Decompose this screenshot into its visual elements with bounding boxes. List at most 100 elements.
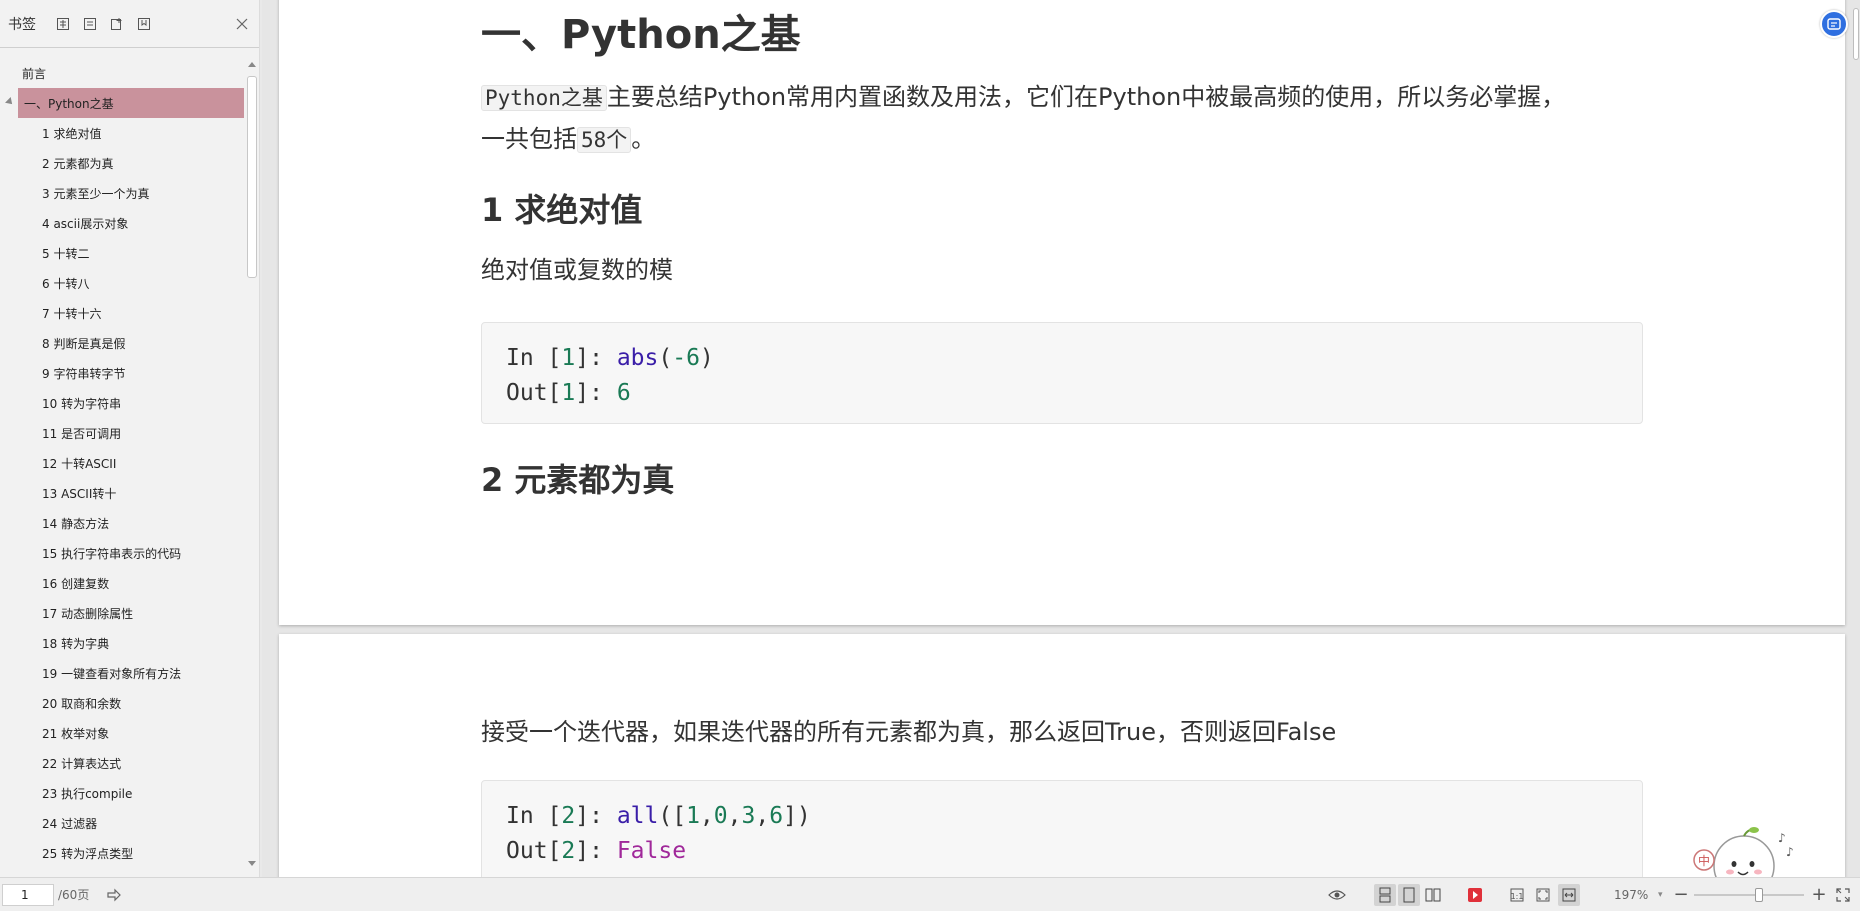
bookmark-item[interactable]: 24 过滤器 <box>0 808 244 838</box>
status-bar: /60页 1:1 197% ▾ − + <box>0 877 1860 911</box>
bookmark-label: 一、Python之基 <box>24 96 114 111</box>
goto-page-icon[interactable] <box>103 884 125 906</box>
bookmark-item[interactable]: 17 动态删除属性 <box>0 598 244 628</box>
bookmark-item[interactable]: 12 十转ASCII <box>0 448 244 478</box>
sidebar-header: 书签 <box>0 0 259 48</box>
two-page-icon[interactable] <box>1422 884 1444 906</box>
bookmark-label: 21 枚举对象 <box>42 726 110 741</box>
continuous-view-icon[interactable] <box>1374 883 1396 906</box>
expand-icon[interactable] <box>54 15 72 33</box>
bookmark-item[interactable]: 21 枚举对象 <box>0 718 244 748</box>
page-total: /60页 <box>58 888 90 902</box>
sidebar-title: 书签 <box>8 16 36 33</box>
bookmark-item[interactable]: 22 计算表达式 <box>0 748 244 778</box>
eye-protection-icon[interactable] <box>1326 884 1348 906</box>
close-icon[interactable] <box>233 15 251 33</box>
fit-width-icon[interactable] <box>1558 883 1580 906</box>
bookmark-item[interactable]: 1 求绝对值 <box>0 118 244 148</box>
document-scroll-thumb[interactable] <box>1853 8 1859 60</box>
fullscreen-icon[interactable] <box>1832 884 1854 906</box>
inline-code: Python之基 <box>481 85 607 111</box>
bookmark-icon[interactable] <box>135 15 153 33</box>
scroll-up-icon[interactable] <box>248 62 256 67</box>
document-scrollbar[interactable] <box>1852 0 1860 877</box>
svg-text:♪: ♪ <box>1778 831 1786 845</box>
zoom-dropdown-icon[interactable]: ▾ <box>1658 890 1664 900</box>
code-block-2: In [2]: all([1,0,3,6]) Out[2]: False <box>481 780 1643 877</box>
bookmark-label: 前言 <box>22 66 47 81</box>
bookmark-item[interactable]: 18 转为字典 <box>0 628 244 658</box>
bookmark-label: 18 转为字典 <box>42 636 110 651</box>
collapse-icon[interactable] <box>81 15 99 33</box>
bookmark-label: 16 创建复数 <box>42 576 110 591</box>
document-viewer: 一、Python之基 Python之基 主要总结Python常用内置函数及用法，它… <box>262 0 1860 877</box>
bookmark-item[interactable]: 11 是否可调用 <box>0 418 244 448</box>
intro-text-3: 。 <box>631 125 656 153</box>
bookmark-label: 14 静态方法 <box>42 516 110 531</box>
bookmark-label: 6 十转八 <box>42 276 90 291</box>
bookmark-label: 11 是否可调用 <box>42 426 122 441</box>
bookmark-item[interactable]: 前言 <box>0 58 244 88</box>
bookmark-label: 1 求绝对值 <box>42 126 102 141</box>
bookmark-label: 25 转为浮点类型 <box>42 846 134 861</box>
single-page-icon[interactable] <box>1398 883 1420 906</box>
zoom-level[interactable]: 197% <box>1614 888 1658 902</box>
bookmark-item[interactable]: 2 元素都为真 <box>0 148 244 178</box>
bookmark-item[interactable]: 14 静态方法 <box>0 508 244 538</box>
bookmark-item[interactable]: 19 一键查看对象所有方法 <box>0 658 244 688</box>
bookmark-label: 8 判断是真是假 <box>42 336 126 351</box>
bookmark-item[interactable]: 4 ascii展示对象 <box>0 208 244 238</box>
bookmark-label: 22 计算表达式 <box>42 756 122 771</box>
document-page: 接受一个迭代器，如果迭代器的所有元素都为真，那么返回True，否则返回False… <box>279 634 1845 877</box>
section-description-1: 绝对值或复数的模 <box>481 256 673 284</box>
actual-size-icon[interactable]: 1:1 <box>1506 884 1528 906</box>
inline-code-count: 58个 <box>577 127 632 153</box>
bookmark-item[interactable]: 3 元素至少一个为真 <box>0 178 244 208</box>
zoom-in-button[interactable]: + <box>1808 884 1830 906</box>
intro-text-2: 一共包括 <box>481 125 577 153</box>
zoom-slider-knob[interactable] <box>1754 887 1763 902</box>
scroll-down-icon[interactable] <box>248 861 256 866</box>
bookmark-item[interactable]: 9 字符串转字节 <box>0 358 244 388</box>
bookmark-item[interactable]: 10 转为字符串 <box>0 388 244 418</box>
zoom-out-button[interactable]: − <box>1670 884 1692 906</box>
zoom-track <box>1694 893 1804 896</box>
bookmark-item[interactable]: 8 判断是真是假 <box>0 328 244 358</box>
svg-text:中: 中 <box>1698 853 1710 868</box>
bookmark-item[interactable]: 7 十转十六 <box>0 298 244 328</box>
bookmark-label: 17 动态删除属性 <box>42 606 134 621</box>
sidebar-scrollbar[interactable] <box>246 58 258 868</box>
fit-page-icon[interactable] <box>1532 884 1554 906</box>
bookmark-item[interactable]: 25 转为浮点类型 <box>0 838 244 868</box>
bookmark-label: 9 字符串转字节 <box>42 366 126 381</box>
zoom-slider[interactable] <box>1694 885 1804 905</box>
add-bookmark-icon[interactable] <box>108 15 126 33</box>
bookmark-item[interactable]: 一、Python之基 <box>5 88 244 118</box>
expand-caret-icon[interactable] <box>5 97 15 107</box>
code-block-1: In [1]: abs(-6) Out[1]: 6 <box>481 322 1643 424</box>
bookmark-item[interactable]: 5 十转二 <box>0 238 244 268</box>
section-heading-1: 1 求绝对值 <box>481 191 643 229</box>
bookmark-item[interactable]: 23 执行compile <box>0 778 244 808</box>
bookmark-label: 24 过滤器 <box>42 816 98 831</box>
code-input-line: In [1]: abs(-6) <box>506 345 714 371</box>
bookmark-label: 4 ascii展示对象 <box>42 216 129 231</box>
bookmark-item[interactable]: 6 十转八 <box>0 268 244 298</box>
bookmark-item[interactable]: 15 执行字符串表示的代码 <box>0 538 244 568</box>
page-number-input[interactable] <box>2 883 54 906</box>
bookmark-item[interactable]: 13 ASCII转十 <box>0 478 244 508</box>
bookmark-label: 7 十转十六 <box>42 306 102 321</box>
bookmark-label: 13 ASCII转十 <box>42 486 117 501</box>
bookmark-label: 20 取商和余数 <box>42 696 122 711</box>
play-slideshow-icon[interactable] <box>1464 884 1486 906</box>
code-output-line: Out[2]: False <box>506 838 687 864</box>
page-heading: 一、Python之基 <box>481 12 801 58</box>
intro-paragraph: Python之基 主要总结Python常用内置函数及用法，它们在Python中被最… <box>481 77 1643 161</box>
intro-text: 主要总结Python常用内置函数及用法，它们在Python中被最高频的使用，所以… <box>606 83 1566 111</box>
sidebar-scroll-thumb[interactable] <box>247 76 257 278</box>
assistant-badge-icon[interactable] <box>1820 10 1848 38</box>
bookmark-item[interactable]: 20 取商和余数 <box>0 688 244 718</box>
bookmark-label: 12 十转ASCII <box>42 456 117 471</box>
bookmark-label: 3 元素至少一个为真 <box>42 186 150 201</box>
bookmark-item[interactable]: 16 创建复数 <box>0 568 244 598</box>
